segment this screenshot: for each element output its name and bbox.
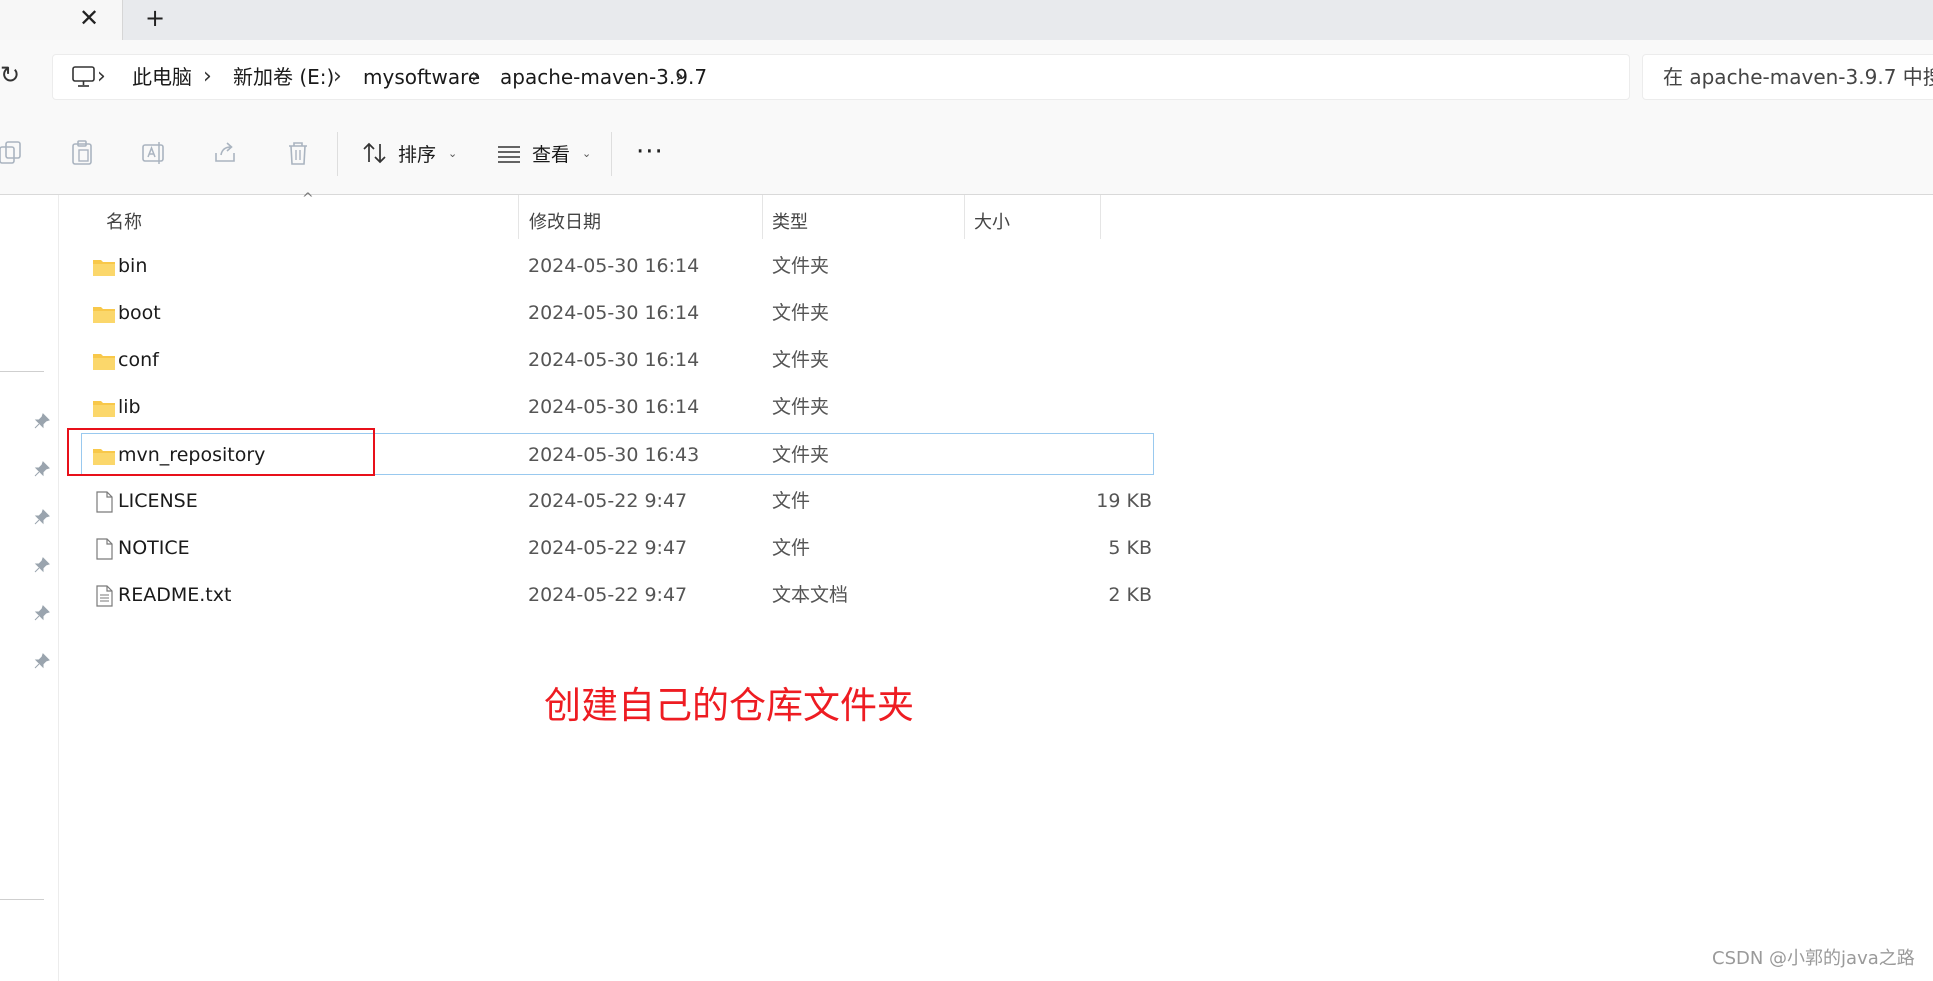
watermark: CSDN @小郭的java之路	[1712, 948, 1915, 969]
chevron-down-icon: ⌄	[582, 146, 592, 160]
breadcrumb-chevron-icon[interactable]: ›	[471, 65, 480, 89]
file-size: 2 KB	[1108, 584, 1152, 606]
pin-icon[interactable]	[34, 605, 50, 621]
breadcrumb-mysoftware[interactable]: mysoftware	[363, 65, 480, 89]
share-icon[interactable]	[212, 139, 240, 167]
file-date: 2024-05-22 9:47	[528, 537, 688, 559]
file-row[interactable]: LICENSE 2024-05-22 9:47 文件 19 KB	[82, 480, 1154, 522]
file-size: 19 KB	[1096, 490, 1152, 512]
breadcrumb-chevron-icon[interactable]: ›	[333, 65, 342, 89]
file-date: 2024-05-30 16:14	[528, 396, 700, 418]
file-type: 文件夹	[772, 349, 830, 371]
file-type: 文件夹	[772, 302, 830, 324]
paste-icon[interactable]	[68, 139, 96, 167]
file-type: 文件	[772, 490, 811, 512]
toolbar-divider	[611, 132, 612, 176]
file-row[interactable]: conf 2024-05-30 16:14 文件夹	[82, 339, 1154, 381]
file-name: README.txt	[118, 584, 232, 606]
file-name: NOTICE	[118, 537, 190, 559]
column-header-type[interactable]: 类型	[772, 205, 808, 241]
file-date: 2024-05-30 16:14	[528, 302, 700, 324]
file-date: 2024-05-22 9:47	[528, 584, 688, 606]
copy-icon[interactable]	[0, 139, 26, 167]
more-options-icon[interactable]: ···	[636, 138, 664, 166]
file-name: LICENSE	[118, 490, 198, 512]
sort-label: 排序	[398, 143, 437, 166]
address-bar[interactable]: › 此电脑 › 新加卷 (E:) › mysoftware › apache-m…	[52, 54, 1630, 100]
pin-icon[interactable]	[34, 557, 50, 573]
file-date: 2024-05-30 16:14	[528, 349, 700, 371]
column-divider[interactable]	[762, 195, 763, 239]
column-header-name[interactable]: 名称	[106, 205, 142, 241]
nav-divider	[0, 371, 44, 372]
pin-icon[interactable]	[34, 509, 50, 525]
file-type: 文本文档	[772, 584, 849, 606]
file-name: boot	[118, 302, 161, 324]
sort-button[interactable]: 排序 ⌄	[362, 136, 457, 170]
command-toolbar: 排序 ⌄ 查看 ⌄ ···	[0, 112, 1933, 195]
file-list: ^ 名称 修改日期 类型 大小 bin 2024-05-30 16:14 文件夹…	[58, 191, 1933, 981]
file-date: 2024-05-22 9:47	[528, 490, 688, 512]
breadcrumb-chevron-icon[interactable]: ›	[203, 65, 212, 89]
address-row: ↻ › 此电脑 › 新加卷 (E:) › mysoftware › apache…	[0, 40, 1933, 113]
file-name: lib	[118, 396, 141, 418]
column-divider[interactable]	[1100, 195, 1101, 239]
view-icon	[498, 146, 520, 163]
sort-ascending-icon: ^	[302, 191, 314, 207]
file-type: 文件夹	[772, 396, 830, 418]
pin-icon[interactable]	[34, 413, 50, 429]
column-header-date[interactable]: 修改日期	[529, 205, 601, 241]
search-placeholder: 在 apache-maven-3.9.7 中搜索	[1663, 65, 1933, 89]
file-date: 2024-05-30 16:43	[528, 444, 700, 466]
tab-bar: ✕ +	[0, 0, 1933, 40]
folder-icon	[93, 307, 115, 323]
file-type: 文件	[772, 537, 811, 559]
new-tab-icon[interactable]: +	[143, 4, 167, 32]
rename-icon[interactable]	[140, 139, 168, 167]
refresh-icon[interactable]: ↻	[0, 60, 20, 90]
file-row[interactable]: lib 2024-05-30 16:14 文件夹	[82, 386, 1154, 428]
breadcrumb-drive[interactable]: 新加卷 (E:)	[233, 65, 334, 89]
chevron-down-icon: ⌄	[448, 146, 458, 160]
breadcrumb-chevron-icon[interactable]: ›	[675, 65, 684, 89]
active-tab[interactable]: ✕	[0, 0, 123, 40]
sort-icon	[363, 142, 386, 164]
text-file-icon	[96, 585, 113, 607]
file-type: 文件夹	[772, 444, 830, 466]
view-button[interactable]: 查看 ⌄	[496, 136, 591, 170]
search-input[interactable]: 在 apache-maven-3.9.7 中搜索	[1642, 54, 1933, 100]
annotation-text: 创建自己的仓库文件夹	[544, 684, 914, 727]
pin-icon[interactable]	[34, 653, 50, 669]
pin-icon[interactable]	[34, 461, 50, 477]
annotation-highlight-box	[67, 428, 375, 476]
file-icon	[96, 491, 113, 513]
this-pc-icon[interactable]	[71, 65, 97, 89]
file-name: conf	[118, 349, 159, 371]
file-type: 文件夹	[772, 255, 830, 277]
file-size: 5 KB	[1108, 537, 1152, 559]
breadcrumb-chevron-icon[interactable]: ›	[97, 65, 106, 89]
folder-icon	[93, 354, 115, 370]
folder-icon	[93, 401, 115, 417]
file-name: bin	[118, 255, 148, 277]
file-row[interactable]: README.txt 2024-05-22 9:47 文本文档 2 KB	[82, 574, 1154, 616]
view-label: 查看	[532, 143, 571, 166]
close-tab-icon[interactable]: ✕	[78, 4, 100, 32]
toolbar-divider	[337, 132, 338, 176]
file-row[interactable]: NOTICE 2024-05-22 9:47 文件 5 KB	[82, 527, 1154, 569]
delete-icon[interactable]	[284, 139, 312, 167]
column-header-size[interactable]: 大小	[974, 205, 1010, 241]
breadcrumb-this-pc[interactable]: 此电脑	[132, 65, 192, 89]
navigation-pane	[0, 195, 59, 981]
file-row[interactable]: bin 2024-05-30 16:14 文件夹	[82, 245, 1154, 287]
file-date: 2024-05-30 16:14	[528, 255, 700, 277]
column-divider[interactable]	[518, 195, 519, 239]
file-row[interactable]: boot 2024-05-30 16:14 文件夹	[82, 292, 1154, 334]
folder-icon	[93, 260, 115, 276]
column-divider[interactable]	[964, 195, 965, 239]
file-icon	[96, 538, 113, 560]
nav-divider	[0, 899, 44, 900]
